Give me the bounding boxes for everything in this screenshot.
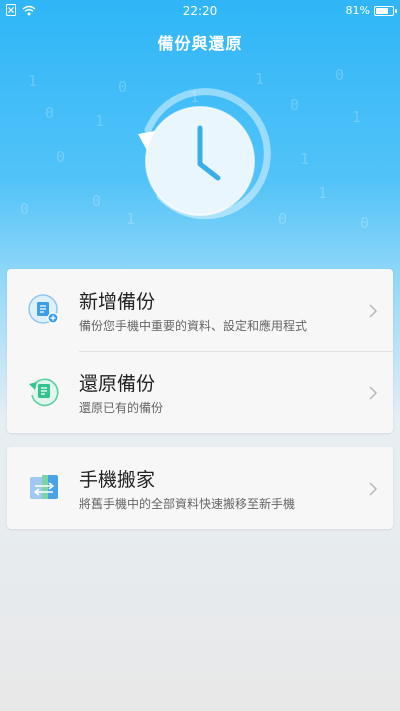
restore-backup-item[interactable]: 還原備份 還原已有的備份 xyxy=(7,351,393,433)
background-digit: 1 xyxy=(95,112,105,130)
restore-backup-title: 還原備份 xyxy=(79,373,156,395)
page-title: 備份與還原 xyxy=(157,34,243,53)
background-digit: 1 xyxy=(300,150,310,168)
phone-clone-icon xyxy=(27,471,61,505)
background-digit: 1 xyxy=(28,72,38,90)
background-digit: 1 xyxy=(318,184,328,202)
battery-icon xyxy=(374,5,397,16)
background-digit: 0 xyxy=(45,104,55,122)
background-digit: 0 xyxy=(360,214,370,232)
add-backup-icon xyxy=(27,293,61,327)
chevron-right-icon xyxy=(367,385,379,400)
battery-percent: 81% xyxy=(345,4,370,17)
chevron-right-icon xyxy=(367,481,379,496)
clock-backup-icon xyxy=(120,86,280,236)
restore-backup-icon xyxy=(27,375,61,409)
background-digit: 1 xyxy=(352,108,362,126)
new-backup-subtitle: 備份您手機中重要的資料、設定和應用程式 xyxy=(79,319,308,333)
phone-clone-title: 手機搬家 xyxy=(79,469,156,491)
background-digit: 0 xyxy=(335,66,345,84)
clone-card: 手機搬家 將舊手機中的全部資料快速搬移至新手機 xyxy=(7,447,393,529)
status-time: 22:20 xyxy=(182,4,218,18)
status-bar: 22:20 81% xyxy=(0,0,400,22)
phone-clone-subtitle: 將舊手機中的全部資料快速搬移至新手機 xyxy=(79,497,296,511)
new-backup-title: 新增備份 xyxy=(79,291,156,313)
background-digit: 0 xyxy=(56,148,66,166)
background-digit: 0 xyxy=(290,96,300,114)
phone-clone-item[interactable]: 手機搬家 將舊手機中的全部資料快速搬移至新手機 xyxy=(7,447,393,529)
restore-backup-subtitle: 還原已有的備份 xyxy=(79,401,164,415)
background-digit: 0 xyxy=(20,200,30,218)
chevron-right-icon xyxy=(367,303,379,318)
new-backup-item[interactable]: 新增備份 備份您手機中重要的資料、設定和應用程式 xyxy=(7,269,393,352)
background-digit: 0 xyxy=(92,192,102,210)
backup-card: 新增備份 備份您手機中重要的資料、設定和應用程式 還原備份 還原已有的備份 xyxy=(7,269,393,433)
